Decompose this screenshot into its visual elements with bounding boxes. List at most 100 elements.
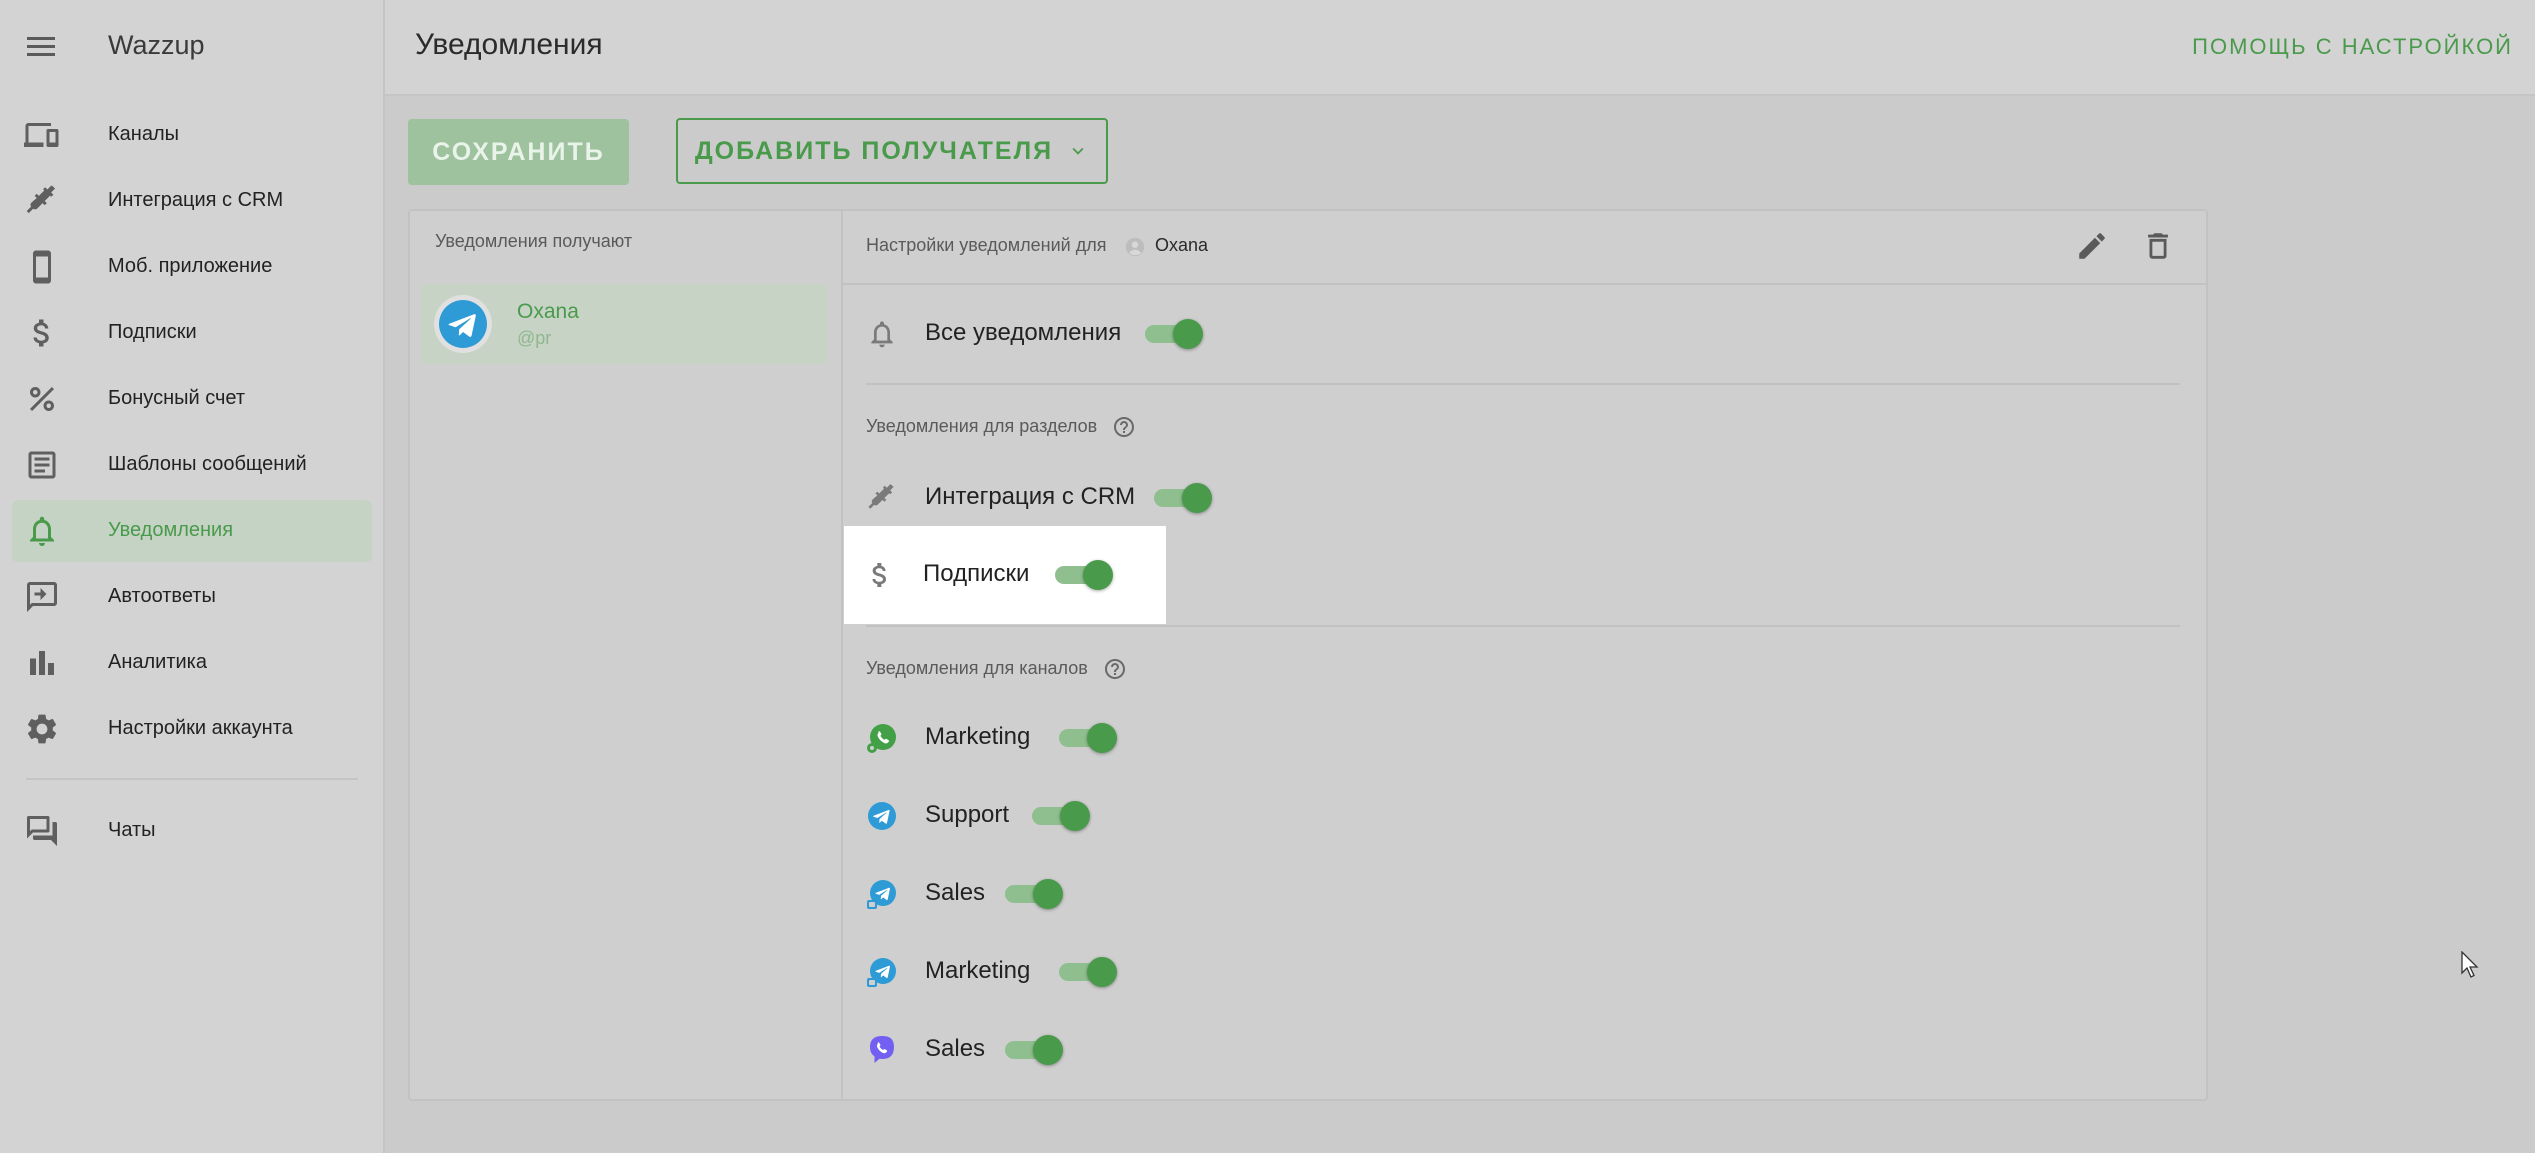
notifications-panel: Уведомления получают Oxana @pr Настройки… <box>408 209 2208 1101</box>
channel-toggle[interactable] <box>1005 1035 1063 1065</box>
sidebar-item-subscriptions[interactable]: Подписки <box>12 302 372 364</box>
channel-row: Support <box>866 791 1466 841</box>
highlighted-section-row: Подписки <box>844 526 1166 624</box>
hamburger-menu-icon[interactable] <box>24 30 60 62</box>
percent-icon <box>24 381 60 417</box>
channel-row: Sales <box>866 1025 1466 1075</box>
sidebar-item-label: Интеграция с CRM <box>108 189 284 211</box>
sidebar-item-analytics[interactable]: Аналитика <box>12 632 372 694</box>
toggle-thumb <box>1182 483 1212 513</box>
dollar-icon <box>24 315 60 351</box>
sidebar-item-notifications[interactable]: Уведомления <box>12 500 372 562</box>
sidebar-item-label: Шаблоны сообщений <box>108 453 307 475</box>
sidebar-item-crm[interactable]: Интеграция с CRM <box>12 170 372 232</box>
channel-row: Marketing <box>866 713 1466 763</box>
channel-label: Marketing <box>925 723 1031 750</box>
autoreply-icon <box>24 579 60 615</box>
recipients-title: Уведомления получают <box>435 231 633 251</box>
channel-label: Support <box>925 801 1010 828</box>
add-recipient-label: ДОБАВИТЬ ПОЛУЧАТЕЛЯ <box>694 136 1054 165</box>
channel-toggle[interactable] <box>1059 957 1117 987</box>
help-circle-icon[interactable] <box>1112 415 1136 439</box>
brand-bar: Wazzup <box>0 0 383 92</box>
divider <box>866 625 2180 627</box>
sidebar-item-label: Бонусный счет <box>108 387 246 409</box>
sidebar-item-account-settings[interactable]: Настройки аккаунта <box>12 698 372 760</box>
sidebar-item-label: Чаты <box>108 819 156 841</box>
sidebar-item-autoreplies[interactable]: Автоответы <box>12 566 372 628</box>
channels-title: Уведомления для каналов <box>866 657 1127 681</box>
section-toggle-crm[interactable] <box>1154 483 1212 513</box>
page-header: Уведомления ПОМОЩЬ С НАСТРОЙКОЙ <box>385 0 2535 96</box>
all-notifications-row: Все уведомления <box>866 309 1466 359</box>
sidebar-item-label: Каналы <box>108 123 179 145</box>
phone-icon <box>24 249 60 285</box>
page-title: Уведомления <box>415 28 603 61</box>
sidebar-divider <box>26 778 358 780</box>
plug-icon <box>24 183 60 219</box>
whatsapp-icon <box>866 722 898 754</box>
divider <box>866 383 2180 385</box>
recipient-item[interactable]: Oxana @pr <box>422 284 828 364</box>
settings-title: Настройки уведомлений для <box>866 235 1107 255</box>
toggle-thumb <box>1083 560 1113 590</box>
section-label: Подписки <box>923 560 1030 587</box>
sidebar-item-label: Автоответы <box>108 585 216 607</box>
sidebar-item-templates[interactable]: Шаблоны сообщений <box>12 434 372 496</box>
template-icon <box>24 447 60 483</box>
channel-toggle[interactable] <box>1059 723 1117 753</box>
all-notifications-toggle[interactable] <box>1145 319 1203 349</box>
recipients-list: Уведомления получают Oxana @pr <box>410 211 843 1099</box>
channels-title-text: Уведомления для каналов <box>866 657 1088 678</box>
settings-column: Настройки уведомлений для Oxana Все увед… <box>843 211 2206 1099</box>
sidebar-item-label: Моб. приложение <box>108 255 273 277</box>
sidebar-item-bonus[interactable]: Бонусный счет <box>12 368 372 430</box>
dollar-icon <box>864 559 896 591</box>
toggle-thumb <box>1033 879 1063 909</box>
sidebar-item-label: Настройки аккаунта <box>108 717 293 739</box>
sidebar-nav: Каналы Интеграция с CRM Моб. приложение … <box>12 104 372 866</box>
bell-icon <box>866 318 898 350</box>
channel-toggle[interactable] <box>1032 801 1090 831</box>
channel-row: Marketing <box>866 947 1466 997</box>
chats-icon <box>24 813 60 849</box>
sidebar-item-label: Подписки <box>108 321 197 343</box>
sections-title: Уведомления для разделов <box>866 415 1136 439</box>
settings-header: Настройки уведомлений для Oxana <box>843 211 2206 285</box>
chevron-down-icon <box>1067 140 1089 162</box>
settings-user-name: Oxana <box>1155 235 1209 255</box>
chart-icon <box>24 645 60 681</box>
user-circle-icon <box>1124 236 1146 258</box>
toggle-thumb <box>1173 319 1203 349</box>
recipient-handle: @pr <box>517 328 552 348</box>
section-label: Интеграция с CRM <box>925 483 1136 510</box>
channel-toggle[interactable] <box>1005 879 1063 909</box>
delete-icon[interactable] <box>2141 229 2175 263</box>
telegram-icon <box>866 800 898 832</box>
channel-label: Sales <box>925 1035 986 1062</box>
channel-label: Marketing <box>925 957 1031 984</box>
toggle-thumb <box>1087 723 1117 753</box>
add-recipient-button[interactable]: ДОБАВИТЬ ПОЛУЧАТЕЛЯ <box>676 118 1108 184</box>
plug-icon <box>866 482 898 514</box>
channel-row: Sales <box>866 869 1466 919</box>
devices-icon <box>24 117 60 153</box>
sidebar-item-channels[interactable]: Каналы <box>12 104 372 166</box>
sidebar-item-mobile-app[interactable]: Моб. приложение <box>12 236 372 298</box>
help-setup-link[interactable]: ПОМОЩЬ С НАСТРОЙКОЙ <box>2192 34 2513 60</box>
telegram-avatar-icon <box>434 295 492 353</box>
viber-icon <box>866 1034 898 1066</box>
recipient-name: Oxana <box>517 300 579 323</box>
gear-icon <box>24 711 60 747</box>
sidebar-item-label: Аналитика <box>108 651 207 673</box>
section-toggle-subscriptions[interactable] <box>1055 560 1113 590</box>
toggle-thumb <box>1087 957 1117 987</box>
toggle-thumb <box>1033 1035 1063 1065</box>
bell-icon <box>24 513 60 549</box>
section-row-subscriptions: Подписки <box>864 550 1164 600</box>
section-row-crm: Интеграция с CRM <box>866 473 1466 523</box>
help-circle-icon[interactable] <box>1103 657 1127 681</box>
save-button[interactable]: СОХРАНИТЬ <box>408 119 629 185</box>
sidebar-item-chats[interactable]: Чаты <box>12 800 372 862</box>
edit-icon[interactable] <box>2075 229 2109 263</box>
